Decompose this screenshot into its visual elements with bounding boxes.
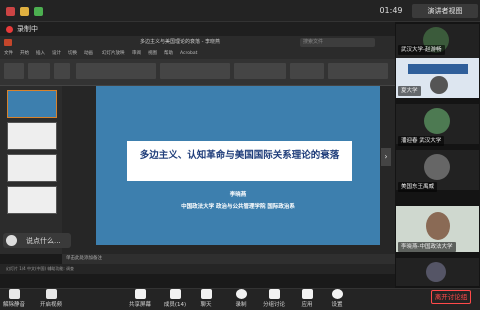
tab-design[interactable]: 设计 bbox=[52, 50, 61, 58]
settings-button[interactable]: 设置 bbox=[317, 300, 357, 308]
editing-group[interactable] bbox=[290, 63, 324, 79]
drawing-group[interactable] bbox=[234, 63, 286, 79]
tab-home[interactable]: 开始 bbox=[20, 50, 29, 58]
collapse-arrow-icon[interactable]: › bbox=[381, 148, 391, 166]
participant-name: 潘迎春 武汉大学 bbox=[398, 136, 445, 146]
recording-icon bbox=[6, 26, 13, 33]
app-icon bbox=[6, 7, 15, 16]
ppt-logo-icon bbox=[4, 39, 12, 46]
paragraph-group[interactable] bbox=[160, 63, 230, 79]
share-screen-icon[interactable] bbox=[135, 289, 146, 299]
participant-avatar bbox=[430, 76, 448, 94]
network-icon[interactable] bbox=[34, 7, 43, 16]
gear-icon[interactable] bbox=[332, 289, 343, 299]
new-slide-button[interactable] bbox=[28, 63, 50, 79]
tab-file[interactable]: 文件 bbox=[4, 50, 13, 58]
top-bar bbox=[0, 0, 480, 22]
apps-icon[interactable] bbox=[302, 289, 313, 299]
tab-slideshow[interactable]: 幻灯片放映 bbox=[102, 50, 125, 58]
members-icon[interactable] bbox=[170, 289, 181, 299]
tab-animations[interactable]: 动画 bbox=[84, 50, 93, 58]
paste-button[interactable] bbox=[4, 63, 24, 79]
mic-muted-icon[interactable] bbox=[9, 289, 20, 299]
tab-view[interactable]: 视图 bbox=[148, 50, 157, 58]
slide-affiliation: 中国政法大学 政治与公共管理学院 国际政治系 bbox=[181, 204, 295, 210]
slide-title: 多边主义、认知革命与美国国际关系理论的衰落 bbox=[139, 150, 340, 161]
slide-author: 李晓燕 bbox=[229, 192, 247, 198]
ppt-search-input[interactable]: 搜索文件 bbox=[300, 38, 375, 47]
slide-thumbnail[interactable] bbox=[7, 154, 57, 182]
chat-placeholder: 说点什么... bbox=[26, 237, 61, 245]
chat-button[interactable]: 聊天 bbox=[186, 300, 226, 308]
recording-bar bbox=[0, 22, 395, 36]
participant-avatar bbox=[424, 108, 450, 134]
recording-label: 录制中 bbox=[17, 25, 38, 33]
video-off-icon[interactable] bbox=[46, 289, 57, 299]
ppt-status-bar: 幻灯片 1/4 中文(中国) 辅助功能: 调查 bbox=[0, 264, 395, 274]
participant-avatar bbox=[426, 212, 450, 240]
record-icon[interactable] bbox=[236, 289, 247, 299]
tab-insert[interactable]: 插入 bbox=[36, 50, 45, 58]
breakout-icon[interactable] bbox=[269, 289, 280, 299]
ppt-document-title: 多边主义与美国理论的衰落 - 李晓燕 bbox=[140, 39, 220, 45]
meeting-time: 01:49 bbox=[379, 6, 403, 15]
slide-thumbnail[interactable] bbox=[7, 186, 57, 214]
video-banner bbox=[408, 64, 468, 74]
security-icon[interactable] bbox=[20, 7, 29, 16]
acrobat-group[interactable] bbox=[328, 63, 388, 79]
participant-name: 美国东王禹威 bbox=[398, 182, 438, 192]
notes-pane[interactable]: 单击此处添加备注 bbox=[62, 254, 395, 264]
slide-thumbnail[interactable] bbox=[7, 122, 57, 150]
participant-avatar bbox=[424, 154, 450, 180]
tab-acrobat[interactable]: Acrobat bbox=[180, 50, 197, 58]
layout-button[interactable] bbox=[54, 63, 70, 79]
participant-name: 李晓燕-中国政法大学 bbox=[398, 242, 456, 252]
speaker-view-button[interactable]: 演讲者视图 bbox=[412, 4, 478, 18]
font-group[interactable] bbox=[76, 63, 156, 79]
unmute-button[interactable]: 解除静音 bbox=[0, 300, 34, 308]
chat-icon[interactable] bbox=[201, 289, 212, 299]
chat-icon bbox=[6, 235, 17, 246]
participant-name: 武汉大学-赵游畅 bbox=[398, 45, 445, 55]
tab-review[interactable]: 审阅 bbox=[132, 50, 141, 58]
leave-breakout-button[interactable]: 离开讨论组 bbox=[431, 290, 471, 304]
participant-name: 夏大学 bbox=[398, 86, 421, 96]
start-video-button[interactable]: 开启视频 bbox=[31, 300, 71, 308]
slide-thumbnail[interactable] bbox=[7, 90, 57, 118]
tab-help[interactable]: 帮助 bbox=[164, 50, 173, 58]
share-screen-button[interactable]: 共享屏幕 bbox=[120, 300, 160, 308]
participant-avatar bbox=[426, 262, 446, 282]
tab-transitions[interactable]: 切换 bbox=[68, 50, 77, 58]
